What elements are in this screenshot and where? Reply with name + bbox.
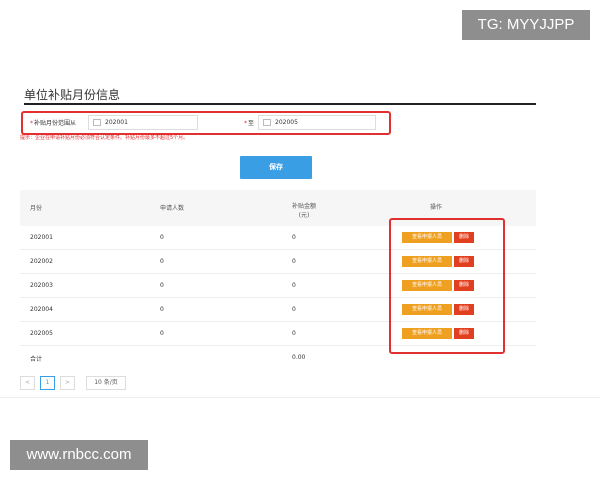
cell-amount: 0 <box>292 330 296 337</box>
total-label: 合计 <box>30 356 43 363</box>
from-label-text: 补贴月份范围从 <box>34 120 77 127</box>
cell-count: 0 <box>160 282 164 289</box>
header-month: 月份 <box>30 205 43 212</box>
cell-count: 0 <box>160 306 164 313</box>
header-count: 申请人数 <box>160 205 185 212</box>
page-size-select[interactable]: 10 条/页 <box>86 376 126 390</box>
to-month-value: 202005 <box>275 119 298 126</box>
from-label: *补贴月份范围从 <box>30 118 76 127</box>
page-1-button[interactable]: 1 <box>40 376 55 390</box>
from-month-input[interactable]: 202001 <box>88 115 198 130</box>
next-page-button[interactable]: > <box>60 376 75 390</box>
page-title: 单位补贴月份信息 <box>24 88 121 102</box>
cell-month: 202005 <box>30 330 53 337</box>
cell-amount: 0 <box>292 258 296 265</box>
cell-month: 202002 <box>30 258 53 265</box>
cell-month: 202003 <box>30 282 53 289</box>
calendar-icon <box>93 119 101 126</box>
required-mark: * <box>30 120 33 127</box>
cell-count: 0 <box>160 330 164 337</box>
bottom-divider <box>0 397 600 398</box>
month-range-form: *补贴月份范围从 202001 *至 202005 <box>24 114 384 130</box>
cell-count: 0 <box>160 258 164 265</box>
from-month-value: 202001 <box>105 119 128 126</box>
total-amount: 0.00 <box>292 354 306 361</box>
cell-amount: 0 <box>292 282 296 289</box>
watermark-bottom: www.rnbcc.com <box>10 440 148 470</box>
cell-month: 202001 <box>30 234 53 241</box>
header-amount: 补贴金额 (元) <box>292 203 317 219</box>
cell-month: 202004 <box>30 306 53 313</box>
required-mark-to: * <box>244 120 247 127</box>
save-button[interactable]: 保存 <box>240 156 312 179</box>
watermark-top: TG: MYYJJPP <box>462 10 590 40</box>
to-label-text: 至 <box>248 120 255 127</box>
tip-text: 提示：企业在申请补贴月份必须符合认定条件。补贴月份最多不超过5个月。 <box>20 135 189 141</box>
title-divider <box>24 103 536 105</box>
actions-highlight-box <box>389 218 505 354</box>
header-ops: 操作 <box>430 204 443 211</box>
cell-amount: 0 <box>292 234 296 241</box>
to-month-input[interactable]: 202005 <box>258 115 376 130</box>
prev-page-button[interactable]: < <box>20 376 35 390</box>
to-label: *至 <box>244 118 254 127</box>
cell-count: 0 <box>160 234 164 241</box>
cell-amount: 0 <box>292 306 296 313</box>
calendar-icon <box>263 119 271 126</box>
